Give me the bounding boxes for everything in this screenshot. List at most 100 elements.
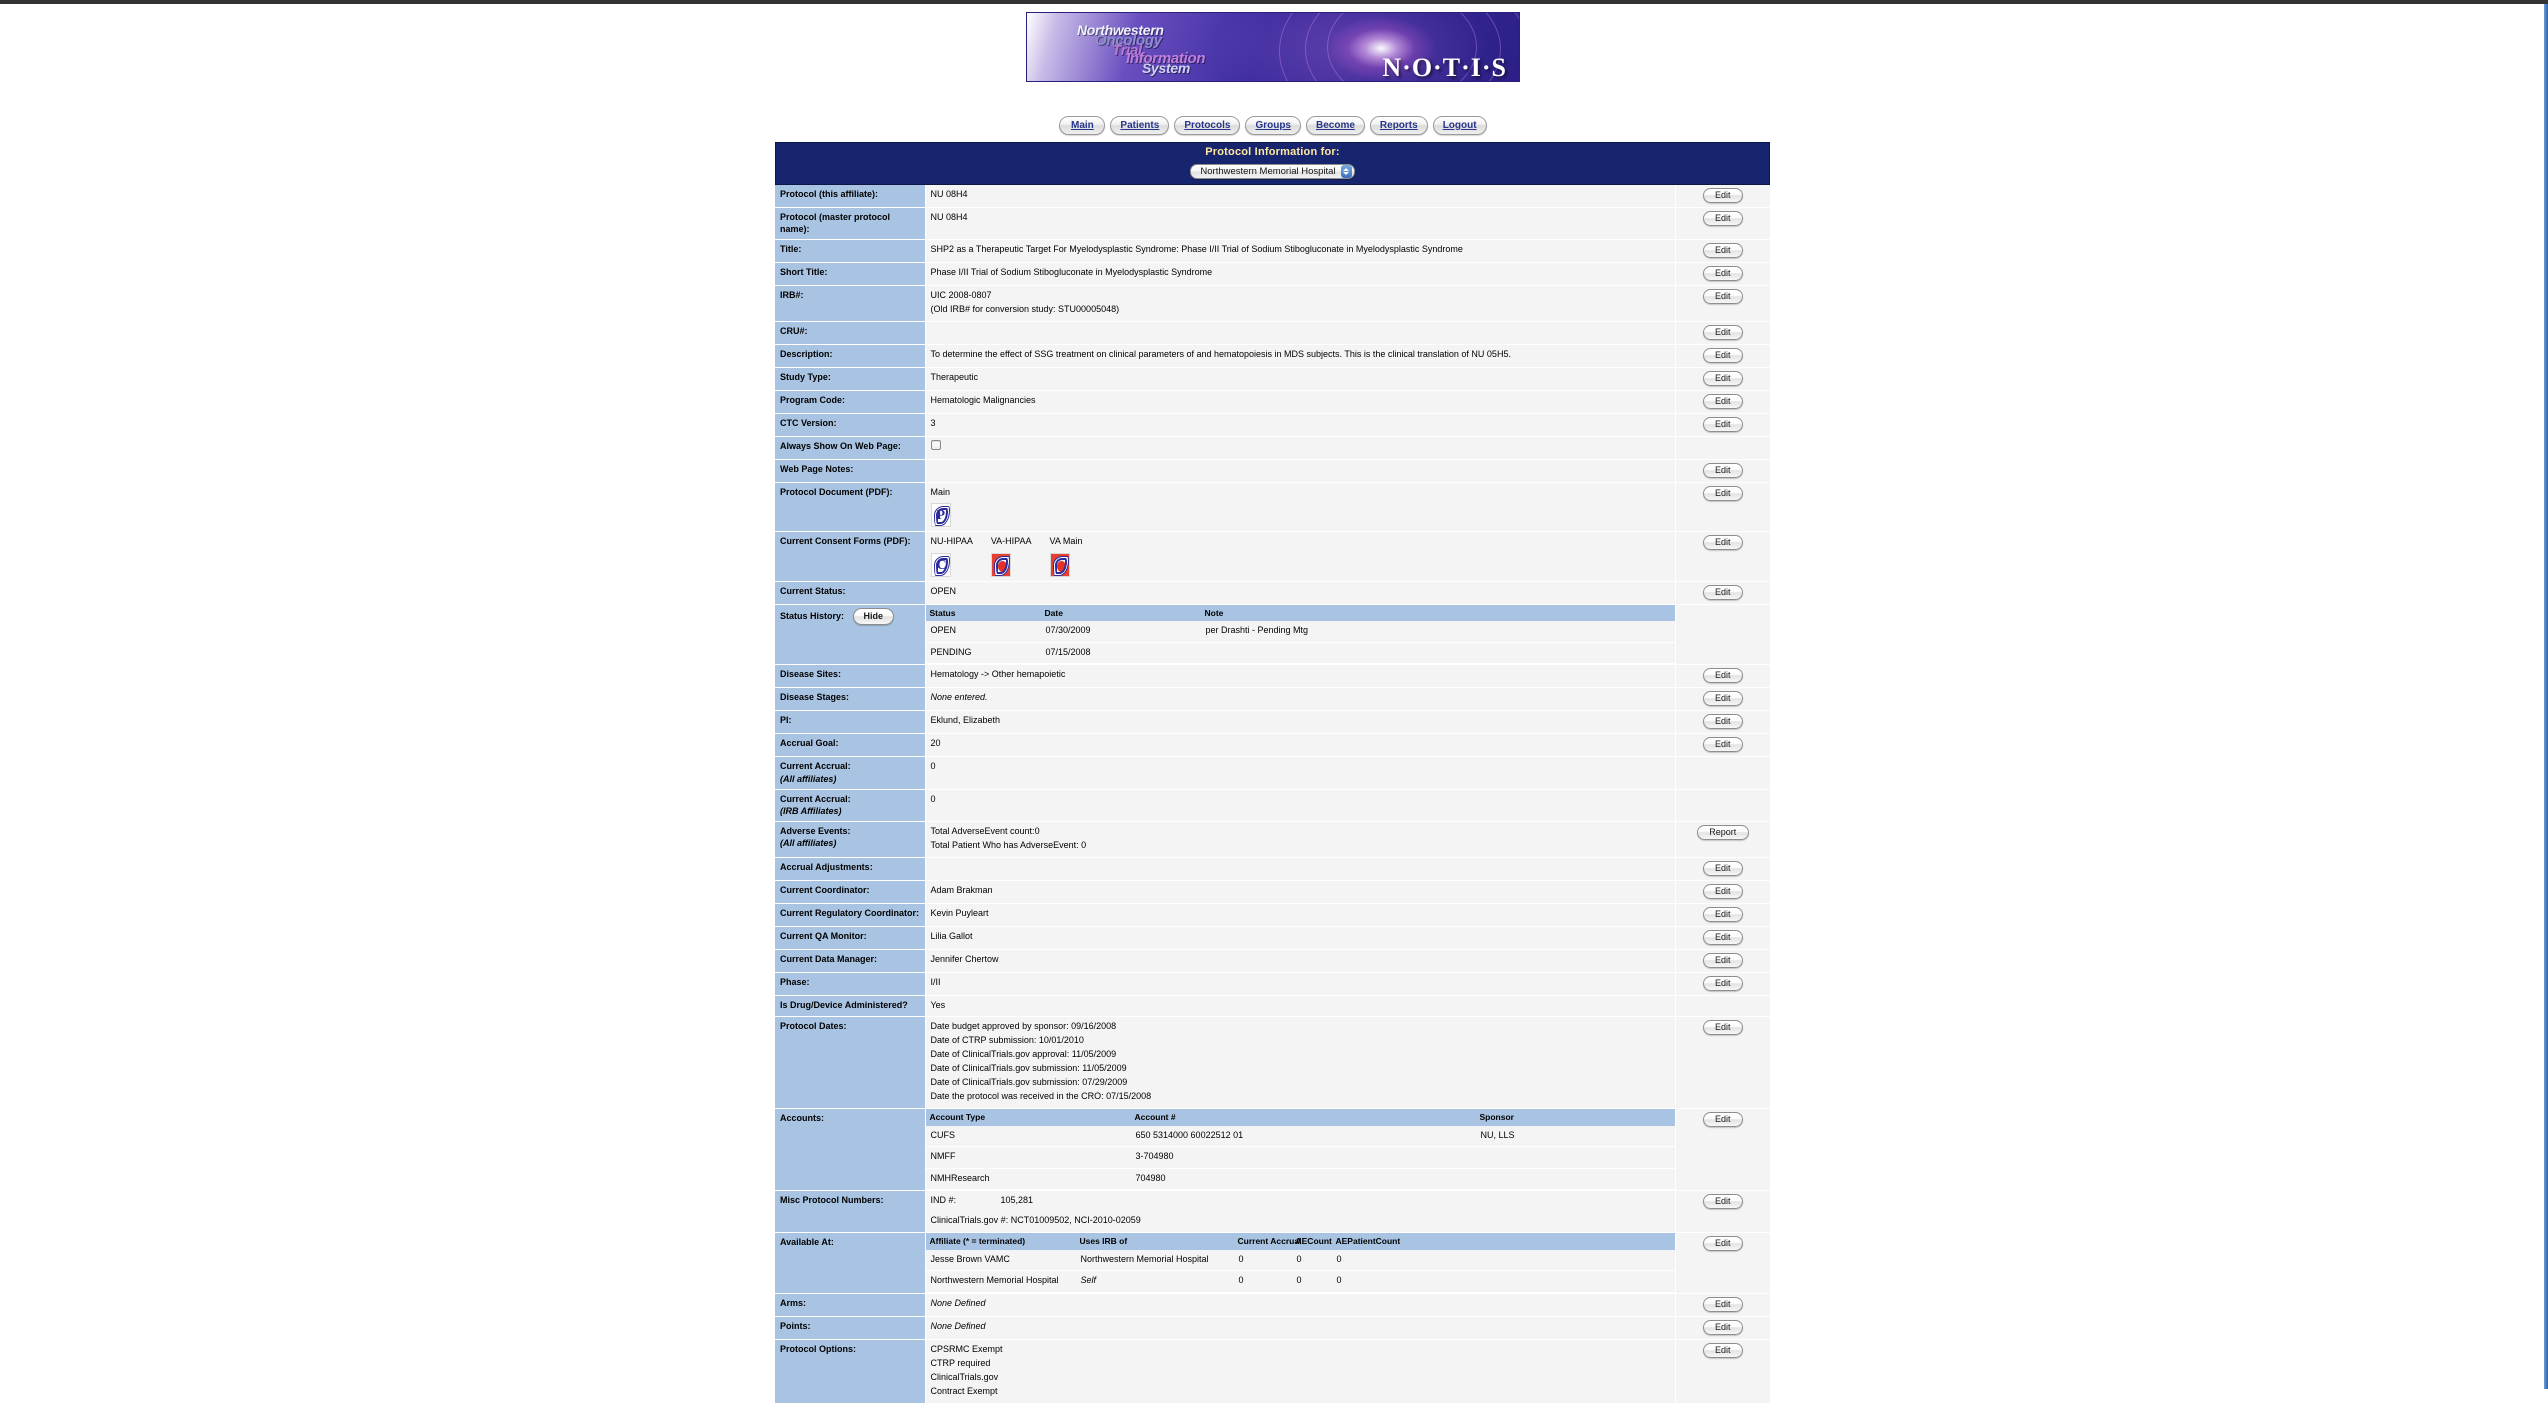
row-action: Edit bbox=[1675, 185, 1770, 208]
table-row-is-drug-device: Is Drug/Device Administered? Yes bbox=[775, 995, 1770, 1018]
edit-button[interactable]: Edit bbox=[1702, 535, 1743, 551]
row-label: Current Status: bbox=[775, 581, 926, 605]
table-row-protocol-options: Protocol Options: CPSRMC Exempt CTRP req… bbox=[775, 1339, 1770, 1404]
edit-button[interactable]: Edit bbox=[1702, 737, 1743, 753]
protocol-date-line: Date of ClinicalTrials.gov submission: 0… bbox=[930, 1077, 1128, 1088]
row-label: Short Title: bbox=[775, 262, 926, 287]
table-row-current-accrual-irb: Current Accrual: (IRB Affiliates) 0 bbox=[775, 789, 1770, 822]
nav-tab-patients-label: Patients bbox=[1120, 119, 1160, 131]
affiliate-select-value: Northwestern Memorial Hospital bbox=[1200, 166, 1336, 177]
edit-button[interactable]: Edit bbox=[1702, 325, 1743, 341]
row-action: Edit bbox=[1675, 1016, 1770, 1109]
row-value bbox=[925, 321, 1676, 346]
nav-tab-protocols[interactable]: Protocols bbox=[1174, 115, 1241, 135]
table-header-row: Affiliate (* = terminated) Uses IRB of C… bbox=[925, 1233, 1675, 1250]
nav-tab-logout[interactable]: Logout bbox=[1432, 115, 1487, 135]
row-label: Program Code: bbox=[775, 390, 926, 415]
row-value: Jennifer Chertow bbox=[925, 949, 1676, 973]
table-row: NMFF 3-704980 bbox=[925, 1146, 1675, 1169]
edit-button[interactable]: Edit bbox=[1702, 485, 1743, 501]
edit-button[interactable]: Edit bbox=[1702, 1020, 1743, 1036]
row-action: Edit bbox=[1675, 413, 1770, 438]
edit-button[interactable]: Edit bbox=[1702, 188, 1743, 203]
table-row-irb: IRB#: UIC 2008-0807 (Old IRB# for conver… bbox=[775, 285, 1770, 323]
row-value: Lilia Gallot bbox=[925, 926, 1676, 950]
row-action: Edit bbox=[1675, 207, 1770, 241]
row-action: Edit bbox=[1675, 390, 1770, 415]
row-value: Affiliate (* = terminated) Uses IRB of C… bbox=[925, 1232, 1676, 1294]
row-value: Therapeutic bbox=[925, 367, 1676, 392]
edit-button[interactable]: Edit bbox=[1702, 1342, 1743, 1358]
edit-button[interactable]: Edit bbox=[1702, 266, 1743, 282]
adverse-event-patient-count: Total Patient Who has AdverseEvent: 0 bbox=[930, 839, 1087, 850]
column-header-aecount: AECount bbox=[1291, 1233, 1332, 1250]
edit-button[interactable]: Edit bbox=[1702, 1194, 1743, 1210]
row-value: Phase I/II Trial of Sodium Stibogluconat… bbox=[925, 262, 1676, 287]
report-button[interactable]: Report bbox=[1696, 824, 1749, 840]
always-show-checkbox[interactable] bbox=[930, 440, 941, 451]
edit-button[interactable]: Edit bbox=[1702, 883, 1743, 899]
hide-button[interactable]: Hide bbox=[852, 607, 895, 625]
edit-button[interactable]: Edit bbox=[1702, 289, 1743, 305]
edit-button[interactable]: Edit bbox=[1702, 462, 1743, 478]
row-action: Edit bbox=[1675, 1316, 1770, 1340]
accounts-table: Account Type Account # Sponsor CUFS 650 … bbox=[925, 1108, 1675, 1191]
date-cell: 07/30/2009 bbox=[1040, 621, 1201, 643]
table-row-current-status: Current Status: OPEN Edit bbox=[775, 581, 1770, 605]
table-row-points: Points: None Defined Edit bbox=[775, 1316, 1770, 1340]
edit-button[interactable]: Edit bbox=[1702, 860, 1743, 876]
edit-button[interactable]: Edit bbox=[1702, 1236, 1743, 1252]
row-label: Study Type: bbox=[775, 367, 926, 392]
logo-word-system: System bbox=[1142, 60, 1191, 76]
edit-button[interactable]: Edit bbox=[1702, 691, 1743, 707]
column-header-uses-irb-of: Uses IRB of bbox=[1075, 1233, 1234, 1250]
pdf-icon[interactable]: C bbox=[930, 552, 951, 577]
aepatientcount-cell: 0 bbox=[1331, 1270, 1675, 1293]
pdf-doc-item: VA-HIPAA bbox=[990, 535, 1032, 577]
edit-button[interactable]: Edit bbox=[1702, 371, 1743, 387]
row-label: Accrual Goal: bbox=[775, 733, 926, 758]
affiliate-select[interactable]: Northwestern Memorial Hospital bbox=[1190, 164, 1355, 179]
nav-tab-groups[interactable]: Groups bbox=[1245, 115, 1301, 135]
row-label: Accounts: bbox=[775, 1108, 926, 1192]
pdf-icon[interactable]: P bbox=[930, 503, 951, 528]
edit-button[interactable]: Edit bbox=[1702, 1296, 1743, 1312]
account-type-cell: CUFS bbox=[925, 1125, 1131, 1148]
protocol-date-line: Date budget approved by sponsor: 09/16/2… bbox=[930, 1021, 1117, 1032]
pdf-icon[interactable] bbox=[1049, 552, 1070, 577]
edit-button[interactable]: Edit bbox=[1702, 1111, 1743, 1127]
edit-button[interactable]: Edit bbox=[1702, 668, 1743, 684]
column-header-current-accrual: Current Accrual bbox=[1233, 1233, 1301, 1250]
table-row-accounts: Accounts: Account Type Account # Sponsor… bbox=[775, 1108, 1770, 1192]
column-header-status: Status bbox=[925, 604, 1041, 622]
edit-button[interactable]: Edit bbox=[1702, 394, 1743, 410]
edit-button[interactable]: Edit bbox=[1702, 952, 1743, 968]
clinicaltrials-number: ClinicalTrials.gov #: NCT01009502, NCI-2… bbox=[930, 1215, 1141, 1226]
row-action: Edit bbox=[1675, 880, 1770, 904]
edit-button[interactable]: Edit bbox=[1702, 584, 1743, 600]
column-header-aepatientcount: AEPatientCount bbox=[1331, 1233, 1675, 1250]
nav-tab-reports[interactable]: Reports bbox=[1369, 115, 1428, 135]
edit-button[interactable]: Edit bbox=[1702, 1319, 1743, 1335]
table-row-protocol-master: Protocol (master protocol name): NU 08H4… bbox=[775, 207, 1770, 241]
vertical-scrollbar[interactable] bbox=[2544, 4, 2548, 1389]
edit-button[interactable]: Edit bbox=[1702, 211, 1743, 226]
account-type-cell: NMHResearch bbox=[925, 1168, 1131, 1191]
main-navigation: Main Patients Protocols Groups Become Re… bbox=[1026, 114, 1520, 136]
row-action: Edit bbox=[1675, 687, 1770, 712]
edit-button[interactable]: Edit bbox=[1702, 929, 1743, 945]
row-label: Adverse Events: (All affiliates) bbox=[775, 821, 926, 858]
edit-button[interactable]: Edit bbox=[1702, 975, 1743, 991]
edit-button[interactable]: Edit bbox=[1702, 243, 1743, 259]
edit-button[interactable]: Edit bbox=[1702, 348, 1743, 364]
edit-button[interactable]: Edit bbox=[1702, 714, 1743, 730]
table-row-accrual-adjustments: Accrual Adjustments: Edit bbox=[775, 857, 1770, 881]
nav-tab-become[interactable]: Become bbox=[1306, 115, 1365, 135]
nav-tab-patients[interactable]: Patients bbox=[1110, 115, 1170, 135]
edit-button[interactable]: Edit bbox=[1702, 417, 1743, 433]
pdf-icon[interactable] bbox=[990, 552, 1011, 577]
nav-tab-main[interactable]: Main bbox=[1059, 115, 1106, 135]
edit-button[interactable]: Edit bbox=[1702, 906, 1743, 922]
row-value bbox=[925, 436, 1676, 460]
column-header-sponsor: Sponsor bbox=[1475, 1108, 1675, 1126]
